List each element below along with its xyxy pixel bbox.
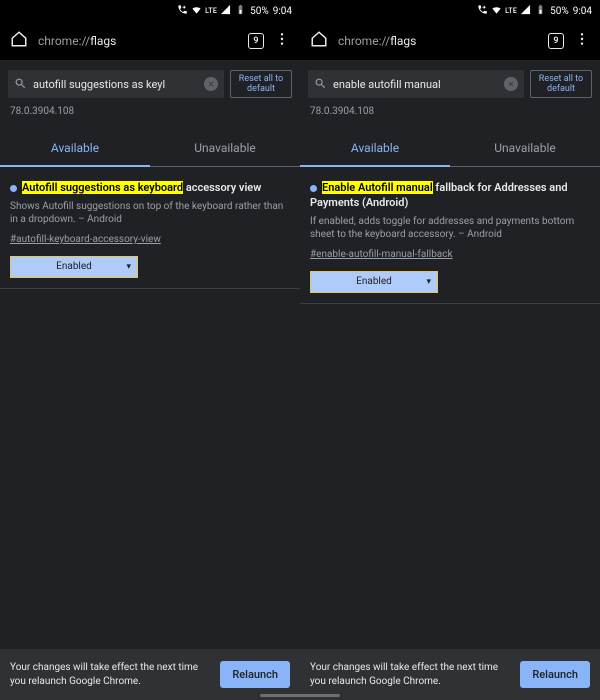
flag-entry: Autofill suggestions as keyboard accesso…	[0, 167, 300, 289]
search-icon	[14, 75, 27, 94]
clear-search-icon[interactable]	[504, 77, 518, 91]
flags-page: autofill suggestions as keyl Reset all t…	[0, 60, 300, 700]
flag-title: Autofill suggestions as keyboard accesso…	[10, 181, 290, 196]
chrome-version: 78.0.3904.108	[300, 106, 600, 123]
relaunch-message: Your changes will take effect the next t…	[10, 661, 210, 688]
tab-count-button[interactable]: 9	[548, 33, 564, 49]
relaunch-message: Your changes will take effect the next t…	[310, 661, 510, 688]
right-pane: LTE 50% 9:04 chrome://flags 9 enable aut…	[300, 0, 600, 700]
relaunch-button[interactable]: Relaunch	[520, 661, 590, 688]
tabs: Available Unavailable	[0, 131, 300, 167]
clear-search-icon[interactable]	[204, 77, 218, 91]
flag-description: Shows Autofill suggestions on top of the…	[10, 200, 290, 227]
status-bar: LTE 50% 9:04	[300, 0, 600, 22]
battery-percent: 50%	[250, 6, 269, 17]
browser-toolbar: chrome://flags 9	[300, 22, 600, 60]
lte-label: LTE	[205, 7, 217, 15]
clock-time: 9:04	[573, 6, 592, 17]
more-menu-icon[interactable]	[274, 31, 290, 51]
signal-icon	[520, 4, 531, 18]
tab-available[interactable]: Available	[300, 131, 450, 167]
flag-state-select[interactable]: Enabled	[310, 271, 438, 293]
modified-dot-icon	[310, 185, 317, 192]
wifi-icon	[491, 4, 502, 18]
tabs: Available Unavailable	[300, 131, 600, 167]
flag-entry: Enable Autofill manual fallback for Addr…	[300, 167, 600, 304]
browser-toolbar: chrome://flags 9	[0, 22, 300, 60]
wifi-icon	[191, 4, 202, 18]
search-input[interactable]: enable autofill manual	[308, 70, 524, 98]
tab-count-button[interactable]: 9	[248, 33, 264, 49]
url-bar[interactable]: chrome://flags	[38, 34, 238, 48]
lte-label: LTE	[505, 7, 517, 15]
more-menu-icon[interactable]	[574, 31, 590, 51]
search-query: enable autofill manual	[333, 78, 498, 91]
call-forward-icon	[477, 4, 488, 18]
modified-dot-icon	[10, 185, 17, 192]
home-icon[interactable]	[310, 30, 328, 52]
flag-anchor-link[interactable]: #autofill-keyboard-accessory-view	[10, 234, 161, 245]
signal-icon	[220, 4, 231, 18]
search-icon	[314, 75, 327, 94]
left-pane: LTE 50% 9:04 chrome://flags 9 autofill s…	[0, 0, 300, 700]
tab-available[interactable]: Available	[0, 131, 150, 167]
flag-state-select[interactable]: Enabled	[10, 256, 138, 278]
battery-icon	[535, 4, 546, 18]
search-query: autofill suggestions as keyl	[33, 78, 198, 91]
call-forward-icon	[177, 4, 188, 18]
battery-percent: 50%	[550, 6, 569, 17]
chrome-version: 78.0.3904.108	[0, 106, 300, 123]
status-bar: LTE 50% 9:04	[0, 0, 300, 22]
reset-all-button[interactable]: Reset all to default	[530, 70, 592, 98]
battery-icon	[235, 4, 246, 18]
search-input[interactable]: autofill suggestions as keyl	[8, 70, 224, 98]
flag-description: If enabled, adds toggle for addresses an…	[310, 215, 590, 242]
tab-unavailable[interactable]: Unavailable	[150, 131, 300, 167]
flag-anchor-link[interactable]: #enable-autofill-manual-fallback	[310, 249, 453, 260]
relaunch-button[interactable]: Relaunch	[220, 661, 290, 688]
flags-page: enable autofill manual Reset all to defa…	[300, 60, 600, 700]
flag-title: Enable Autofill manual fallback for Addr…	[310, 181, 590, 211]
relaunch-bar: Your changes will take effect the next t…	[300, 649, 600, 700]
clock-time: 9:04	[273, 6, 292, 17]
nav-pill	[260, 694, 340, 697]
reset-all-button[interactable]: Reset all to default	[230, 70, 292, 98]
tab-unavailable[interactable]: Unavailable	[450, 131, 600, 167]
home-icon[interactable]	[10, 30, 28, 52]
relaunch-bar: Your changes will take effect the next t…	[0, 649, 300, 700]
url-bar[interactable]: chrome://flags	[338, 34, 538, 48]
